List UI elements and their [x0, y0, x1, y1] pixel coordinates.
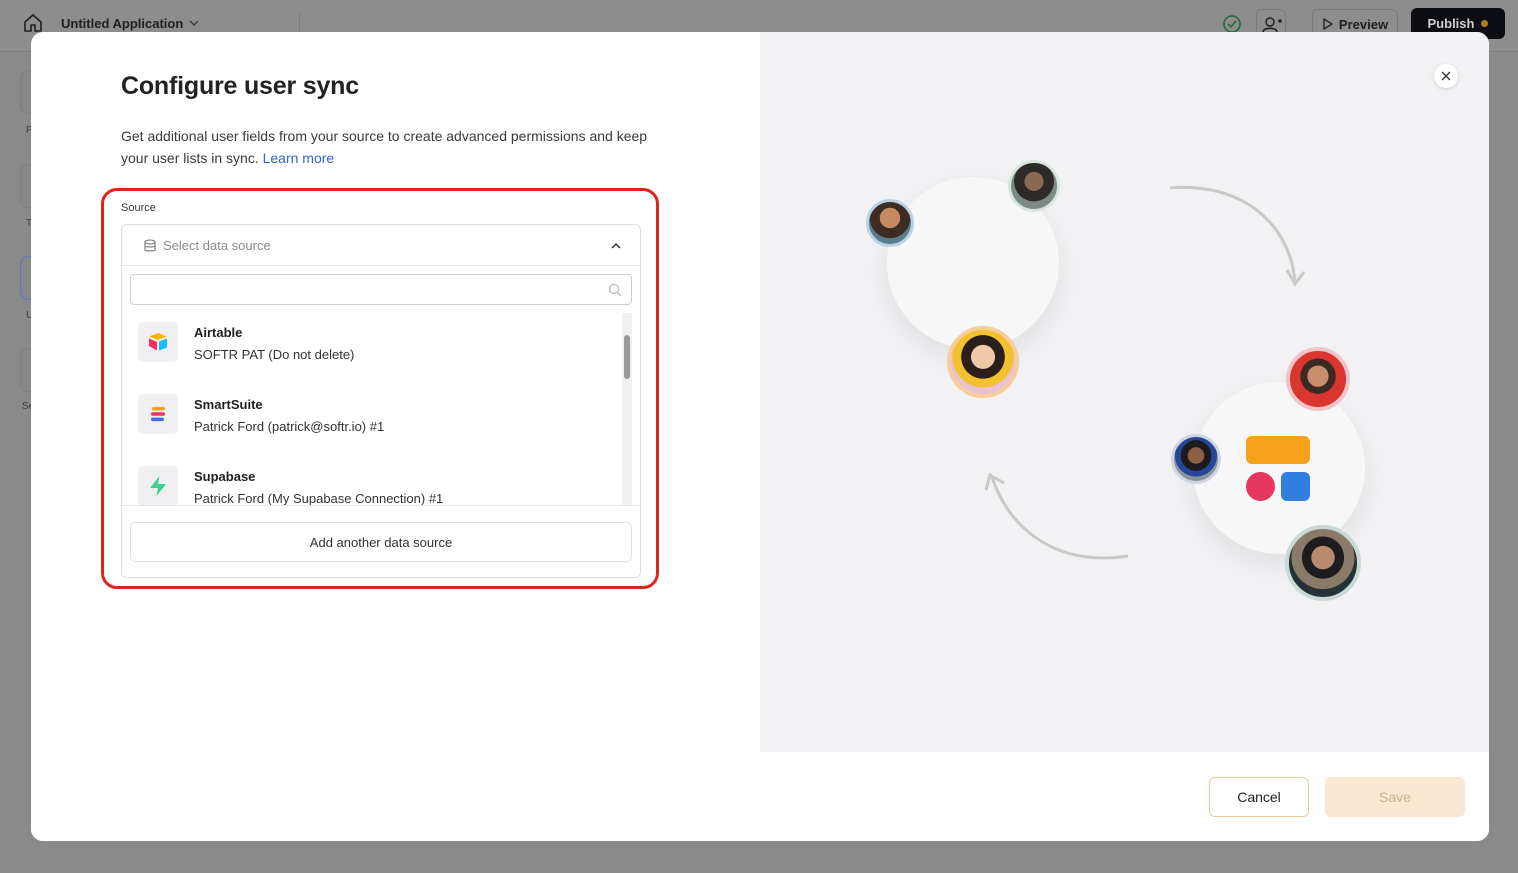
chevron-down-icon[interactable] — [188, 17, 200, 29]
supabase-icon — [138, 466, 178, 505]
check-circle-icon — [1223, 15, 1241, 33]
modal-form-panel: Configure user sync Get additional user … — [31, 32, 760, 752]
cancel-label: Cancel — [1237, 789, 1281, 805]
source-search-input[interactable] — [130, 274, 632, 305]
app-logo-tile-orange — [1246, 436, 1310, 464]
save-button[interactable]: Save — [1325, 777, 1465, 817]
user-avatar — [866, 199, 914, 247]
smartsuite-icon — [138, 394, 178, 434]
add-data-source-button[interactable]: Add another data source — [130, 522, 632, 562]
search-icon — [608, 283, 622, 297]
configure-user-sync-modal: Configure user sync Get additional user … — [31, 32, 1489, 841]
arrow-top-icon — [1169, 185, 1297, 283]
arrow-bottom-icon — [990, 476, 1129, 560]
list-scrollbar[interactable] — [622, 313, 632, 505]
user-avatar — [947, 326, 1019, 398]
sync-illustration — [984, 185, 1306, 560]
close-icon — [1441, 71, 1451, 81]
publish-label: Publish — [1427, 16, 1475, 31]
unpublished-indicator — [1481, 20, 1489, 27]
close-button[interactable] — [1434, 64, 1458, 88]
sidebar-item-ghost — [20, 256, 31, 300]
airtable-icon — [138, 322, 178, 362]
select-placeholder: Select data source — [163, 238, 271, 253]
modal-title: Configure user sync — [121, 72, 359, 100]
sidebar-item-ghost — [20, 70, 31, 114]
app-sidebar: P T U Se — [0, 52, 34, 873]
user-avatar — [1171, 434, 1221, 484]
source-option-smartsuite[interactable]: SmartSuite Patrick Ford (patrick@softr.i… — [130, 385, 620, 457]
app-logo-tile-pink — [1246, 472, 1275, 501]
source-option-airtable[interactable]: Airtable SOFTR PAT (Do not delete) — [130, 313, 620, 385]
app-title[interactable]: Untitled Application — [61, 16, 183, 31]
add-data-source-label: Add another data source — [309, 534, 453, 550]
list-divider — [122, 505, 640, 506]
user-avatar — [1008, 160, 1060, 212]
source-label: Source — [121, 202, 156, 214]
play-icon — [1323, 18, 1334, 30]
chevron-up-icon[interactable] — [609, 239, 623, 253]
source-detail: Patrick Ford (My Supabase Connection) #1 — [194, 491, 444, 505]
illustration-panel — [760, 32, 1489, 752]
source-detail: Patrick Ford (patrick@softr.io) #1 — [194, 419, 385, 434]
source-name: Airtable — [194, 325, 243, 340]
description-text: Get additional user fields from your sou… — [121, 128, 648, 166]
user-avatar — [1286, 347, 1350, 411]
source-list: Airtable SOFTR PAT (Do not delete) Smart… — [130, 313, 632, 505]
preview-label: Preview — [1338, 16, 1389, 32]
source-option-supabase[interactable]: Supabase Patrick Ford (My Supabase Conne… — [130, 457, 620, 505]
home-icon[interactable] — [22, 12, 44, 34]
sidebar-item-ghost — [20, 348, 31, 392]
learn-more-link[interactable]: Learn more — [263, 150, 335, 166]
app-logo-tile-blue — [1281, 472, 1310, 501]
modal-description: Get additional user fields from your sou… — [121, 125, 661, 169]
source-select[interactable]: Select data source — [122, 225, 640, 266]
user-avatar — [1285, 525, 1361, 601]
save-label: Save — [1379, 789, 1411, 805]
database-icon — [144, 239, 156, 252]
source-dropdown: Select data source Airtable SOFTR PAT (D… — [121, 224, 641, 578]
source-detail: SOFTR PAT (Do not delete) — [194, 347, 355, 362]
source-name: Supabase — [194, 469, 256, 484]
sidebar-item-ghost — [20, 164, 31, 208]
scrollbar-thumb[interactable] — [624, 335, 630, 379]
modal-footer: Cancel Save — [31, 752, 1489, 841]
source-name: SmartSuite — [194, 397, 263, 412]
cancel-button[interactable]: Cancel — [1209, 777, 1309, 817]
